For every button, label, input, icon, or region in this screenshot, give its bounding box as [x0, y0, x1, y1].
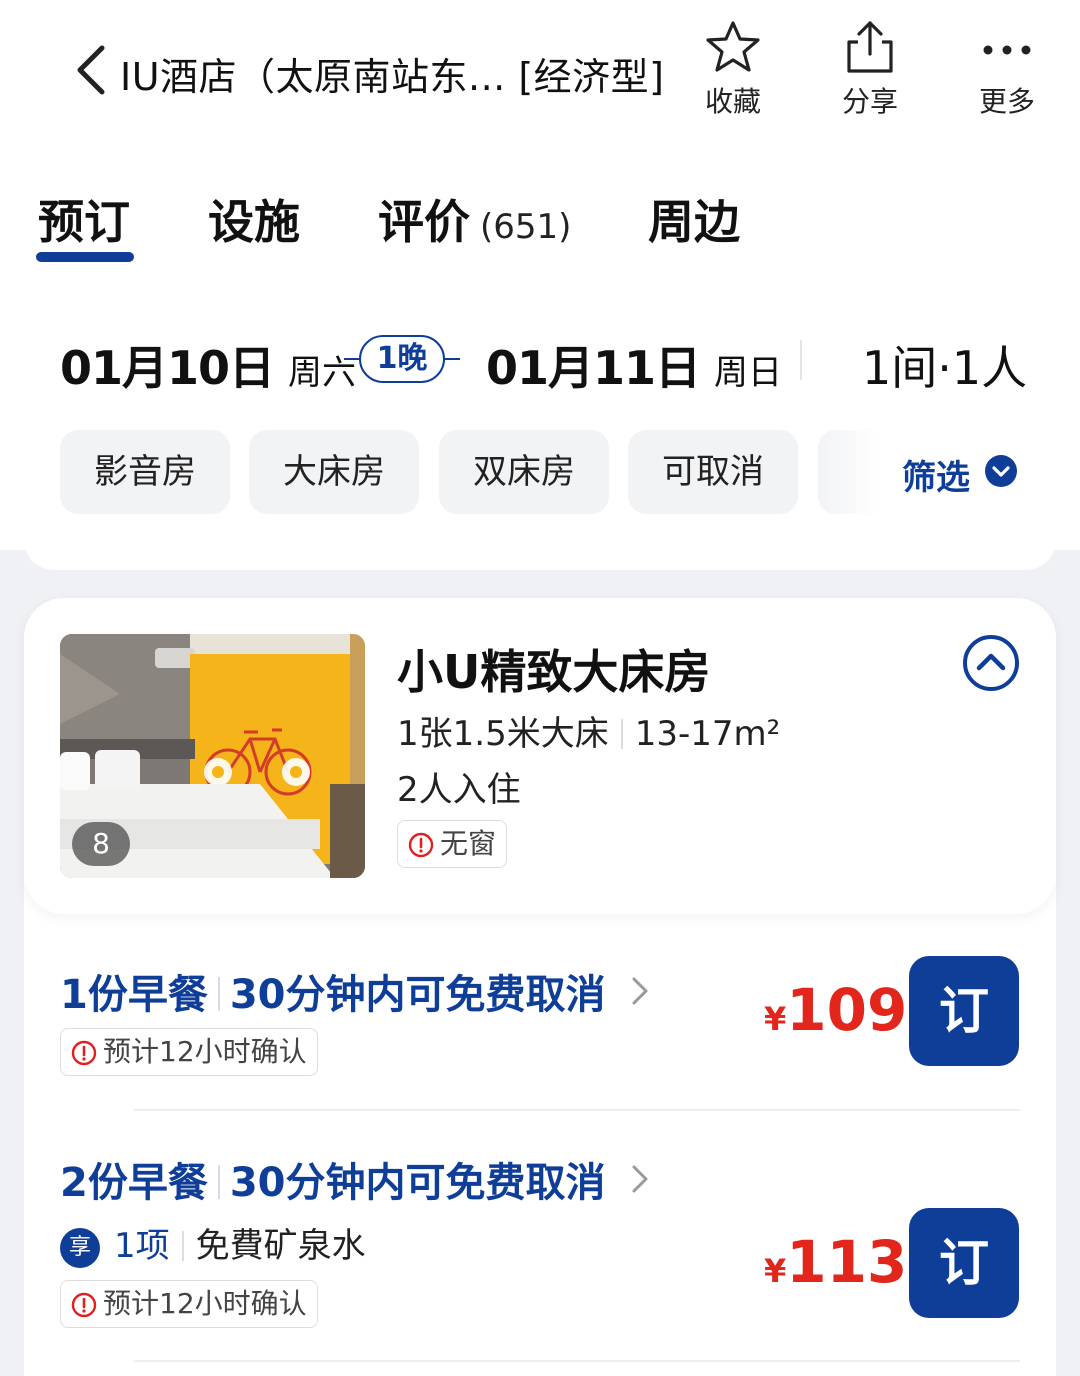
warning-icon [408, 832, 434, 858]
collapse-chevron-up-icon[interactable] [962, 634, 1020, 692]
rate-1-breakfast: 1份早餐 [60, 972, 208, 1018]
room-occupancy: 2人入住 [397, 770, 521, 810]
chevron-right-icon [632, 1165, 648, 1193]
checkin-date[interactable]: 01月10日 周六 [60, 332, 356, 398]
hotel-title: IU酒店（太原南站东... [经济型] [120, 55, 665, 99]
no-window-tag: 无窗 [397, 820, 508, 868]
price-amount: 113 [786, 1228, 908, 1296]
rate-1-cancel-policy: 30分钟内可免费取消 [229, 972, 606, 1018]
divider [800, 340, 802, 380]
rate-2-confirm-text: 预计12小时确认 [103, 1287, 307, 1320]
rate-2-title[interactable]: 2份早餐 30分钟内可免费取消 [60, 1150, 651, 1208]
warning-icon [71, 1292, 97, 1318]
rooms-guests-selector[interactable]: 1间·1人 [862, 332, 1027, 398]
perk-count: 1项 [114, 1226, 170, 1266]
favorite-button[interactable]: 收藏 [683, 20, 783, 120]
photo-count-badge: 8 [72, 822, 130, 866]
checkout-date[interactable]: 01月11日 周日 [486, 332, 782, 398]
tab-reviews[interactable]: 评价 (651) [378, 186, 571, 252]
tab-nearby[interactable]: 周边 [648, 186, 740, 252]
perk-item: 免費矿泉水 [195, 1226, 366, 1266]
favorite-label: 收藏 [704, 85, 761, 118]
checkin-date-text: 01月10日 [60, 341, 275, 395]
warning-icon [71, 1040, 97, 1066]
rate-1-confirm-text: 预计12小时确认 [103, 1035, 307, 1068]
nights-indicator: 1晚 [344, 335, 460, 383]
perk-badge: 享 [60, 1228, 100, 1268]
chevron-right-icon [632, 977, 648, 1005]
tab-facilities[interactable]: 设施 [208, 186, 300, 252]
previous-card-bottom [24, 520, 1056, 570]
bed-info: 1张1.5米大床 [397, 714, 609, 754]
rate-2-price: ¥113 [764, 1228, 907, 1296]
room-specs: 1张1.5米大床 13-17m² [397, 706, 780, 755]
review-count: (651) [480, 207, 572, 247]
checkout-date-text: 01月11日 [486, 341, 701, 395]
room-area: 13-17m² [634, 714, 781, 754]
currency-symbol: ¥ [764, 1000, 787, 1038]
rate-2-cancel-policy: 30分钟内可免费取消 [229, 1160, 606, 1206]
share-label: 分享 [841, 85, 898, 118]
more-label: 更多 [978, 85, 1035, 118]
chip-av-room[interactable]: 影音房 [60, 430, 230, 514]
rate-divider [134, 1360, 1020, 1362]
tag-label: 无窗 [440, 827, 497, 860]
rate-2-book-button[interactable]: 订 [909, 1208, 1019, 1318]
share-icon [847, 21, 893, 73]
rate-1-book-button[interactable]: 订 [909, 956, 1019, 1066]
chevron-down-circle-icon [985, 455, 1017, 487]
rate-divider [134, 1109, 1020, 1111]
rate-1-price: ¥109 [764, 976, 907, 1044]
chip-cancellable[interactable]: 可取消 [628, 430, 798, 514]
rate-2-breakfast: 2份早餐 [60, 1160, 208, 1206]
checkout-weekday: 周日 [714, 353, 783, 393]
active-tab-indicator [36, 252, 134, 262]
chip-overflow [818, 430, 878, 514]
filter-label: 筛选 [902, 458, 970, 498]
chip-king-bed[interactable]: 大床房 [249, 430, 419, 514]
price-amount: 109 [786, 976, 908, 1044]
chip-twin-bed[interactable]: 双床房 [439, 430, 609, 514]
room-name: 小U精致大床房 [397, 645, 711, 699]
star-icon [706, 21, 760, 72]
rate-1-confirm-tag: 预计12小时确认 [60, 1028, 318, 1076]
filter-button[interactable]: 筛选 [878, 430, 1080, 514]
rate-2-confirm-tag: 预计12小时确认 [60, 1280, 318, 1328]
more-dots-icon [983, 45, 1031, 55]
back-arrow-icon[interactable] [68, 42, 112, 98]
nights-count: 1晚 [359, 335, 445, 383]
share-button[interactable]: 分享 [820, 20, 920, 120]
currency-symbol: ¥ [764, 1252, 787, 1290]
rate-1-title[interactable]: 1份早餐 30分钟内可免费取消 [60, 962, 651, 1020]
tab-reviews-label: 评价 [378, 195, 470, 249]
tab-booking[interactable]: 预订 [38, 186, 130, 252]
more-button[interactable]: 更多 [957, 20, 1057, 120]
rate-2-perks[interactable]: 享 1项 免費矿泉水 [60, 1218, 366, 1268]
